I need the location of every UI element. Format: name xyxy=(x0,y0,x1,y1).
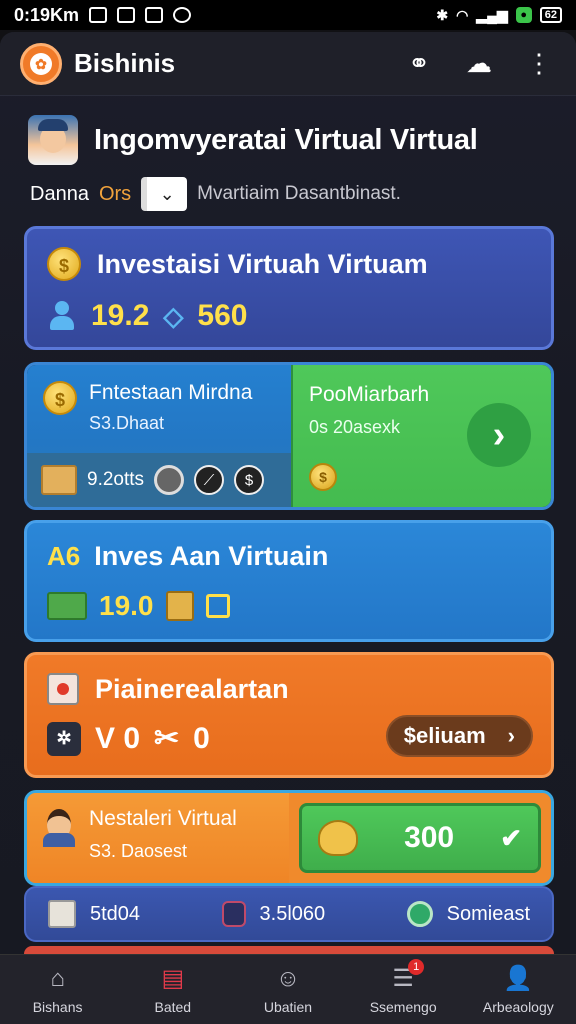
card-subtitle: S3. Daosest xyxy=(89,841,188,861)
link-icon[interactable]: ⚭ xyxy=(402,47,436,81)
nav-label: Bishans xyxy=(32,998,83,1015)
stat-value: 19.2 xyxy=(91,299,150,332)
home-icon: ⌂ xyxy=(50,964,65,992)
bluetooth-icon: ✱ xyxy=(436,6,449,23)
nav-item-chat[interactable]: ☺ Ubatien xyxy=(233,965,343,1015)
coin-icon: $ xyxy=(309,463,337,491)
profile-icon: 👤 xyxy=(503,965,534,992)
arrow-right-button[interactable]: › xyxy=(467,403,531,467)
more-vertical-icon[interactable]: ⋮ xyxy=(522,47,556,81)
brand-name: Bishinis xyxy=(74,48,176,78)
notification-icon xyxy=(89,7,108,23)
battery-indicator: 62 xyxy=(539,7,562,23)
chart-icon[interactable]: ⟋ xyxy=(194,465,225,495)
nav-item-layers[interactable]: ▤ Bated xyxy=(118,965,228,1015)
sync-icon xyxy=(173,7,192,23)
investment-card-primary[interactable]: $ Investaisi Virtuah Virtuam 19.2 ◇ 560 xyxy=(24,226,554,350)
tag-icon: ◇ xyxy=(163,300,184,331)
user-name: Danna xyxy=(30,182,89,205)
stat-value: 19.0 xyxy=(99,590,154,621)
brand: ✿ Bishinis xyxy=(20,42,176,85)
coin-icon: $ xyxy=(47,247,81,281)
chevron-right-icon: › xyxy=(507,723,515,748)
nav-label: Arbeaology xyxy=(482,998,554,1015)
notification-badge: 1 xyxy=(408,958,425,975)
card-title: Investaisi Virtuah Virtuam xyxy=(97,248,428,279)
account-row: Danna Ors ⌄ Mvartiaim Dasantbinast. xyxy=(0,170,576,218)
investment-split-card: $ Fntestaan Mirdna S3.Dhaat 9.2otts ⟋ $ … xyxy=(24,362,554,510)
settings-icon[interactable] xyxy=(154,465,185,495)
nav-item-home[interactable]: ⌂ Bishans xyxy=(3,965,113,1015)
layers-icon: ▤ xyxy=(161,965,185,992)
signal-icon: ▂▄▆ xyxy=(476,6,508,23)
stat-value: 3.5l060 xyxy=(259,902,326,925)
nav-label: Bated xyxy=(154,998,192,1015)
card-title: Inves Aan Virtuain xyxy=(94,541,329,571)
page-header: Ingomvyeratai Virtual Virtual xyxy=(0,96,576,170)
chevron-right-icon: › xyxy=(492,413,506,456)
user-tag: Ors xyxy=(98,182,132,205)
person-icon xyxy=(47,301,77,331)
sell-button-label: $eliuam xyxy=(403,723,486,748)
stat-value: 5td04 xyxy=(90,902,141,925)
split-card-right[interactable]: PooMiarbarh 0s 20asexk $ › xyxy=(291,365,551,507)
gem-icon xyxy=(406,901,433,927)
stat-value: 560 xyxy=(197,299,248,332)
package-icon xyxy=(48,900,76,928)
package-icon xyxy=(41,465,77,495)
coin-search-icon: $ xyxy=(43,381,77,415)
status-time: 0:19Km xyxy=(14,4,80,25)
mail-icon xyxy=(145,7,164,23)
card-title: Fntestaan Mirdna xyxy=(89,381,253,404)
stat-value: 9.2otts xyxy=(87,469,145,490)
calendar-icon xyxy=(205,594,230,618)
data-saver-icon: ● xyxy=(515,7,532,23)
stat-value: V 0 xyxy=(95,721,141,755)
status-bar: 0:19Km ✱ ◠ ▂▄▆ ● 62 xyxy=(0,0,576,30)
stats-bar[interactable]: 5td04 3.5l060 Somieast xyxy=(24,886,554,942)
nav-item-list[interactable]: ☰ 1 Ssemengo xyxy=(348,958,458,1015)
dollar-icon[interactable]: $ xyxy=(234,465,265,495)
nav-label: Ubatien xyxy=(263,998,313,1015)
card-title: Piainerealartan xyxy=(95,673,289,704)
person-avatar-icon xyxy=(41,807,77,847)
cash-icon xyxy=(47,592,87,620)
investment-split-card-orange: Nestaleri Virtual S3. Daosest 300 ✔ xyxy=(24,790,554,886)
brand-logo-icon[interactable]: ✿ xyxy=(20,42,62,85)
check-icon: ✔ xyxy=(500,822,522,853)
document-icon xyxy=(165,591,194,621)
split-card-left[interactable]: Nestaleri Virtual S3. Daosest xyxy=(27,793,289,883)
jar-icon xyxy=(221,901,246,927)
image-icon xyxy=(117,7,136,23)
card-subtitle: S3.Dhaat xyxy=(89,413,165,433)
avatar[interactable] xyxy=(28,115,78,165)
card-title: Nestaleri Virtual xyxy=(89,807,237,830)
money-bag-icon xyxy=(318,820,358,856)
stat-value: 0 xyxy=(193,721,210,755)
amount-value: 300 xyxy=(404,821,455,854)
network-icon: ✲ xyxy=(47,721,81,756)
investment-card-blue[interactable]: A6 Inves Aan Virtuain 19.0 xyxy=(24,520,554,642)
account-description: Mvartiaim Dasantbinast. xyxy=(197,183,401,204)
investment-card-orange[interactable]: Piainerealartan ✲ V 0 ✂ 0 $eliuam › xyxy=(24,652,554,778)
chat-icon: ☺ xyxy=(275,964,301,992)
split-card-left[interactable]: $ Fntestaan Mirdna S3.Dhaat 9.2otts ⟋ $ xyxy=(27,365,291,507)
wifi-icon: ◠ xyxy=(456,6,469,23)
map-pin-icon xyxy=(47,673,79,705)
stat-value: Somieast xyxy=(446,902,530,925)
tools-icon: ✂ xyxy=(154,722,180,755)
chevron-down-icon: ⌄ xyxy=(159,183,175,204)
sell-button[interactable]: $eliuam › xyxy=(385,715,533,757)
nav-item-profile[interactable]: 👤 Arbeaology xyxy=(463,965,573,1015)
app-bar: ✿ Bishinis ⚭ ☁ ⋮ xyxy=(0,32,576,96)
confirm-amount-button[interactable]: 300 ✔ xyxy=(299,803,541,873)
account-dropdown[interactable]: ⌄ xyxy=(141,177,188,211)
page-title: Ingomvyeratai Virtual Virtual xyxy=(94,123,478,156)
next-card-edge xyxy=(24,946,554,954)
cloud-upload-icon[interactable]: ☁ xyxy=(462,47,496,81)
card-badge: A6 xyxy=(47,541,81,571)
bottom-navigation: ⌂ Bishans ▤ Bated ☺ Ubatien ☰ 1 Ssemengo… xyxy=(0,954,576,1024)
nav-label: Ssemengo xyxy=(369,998,437,1015)
